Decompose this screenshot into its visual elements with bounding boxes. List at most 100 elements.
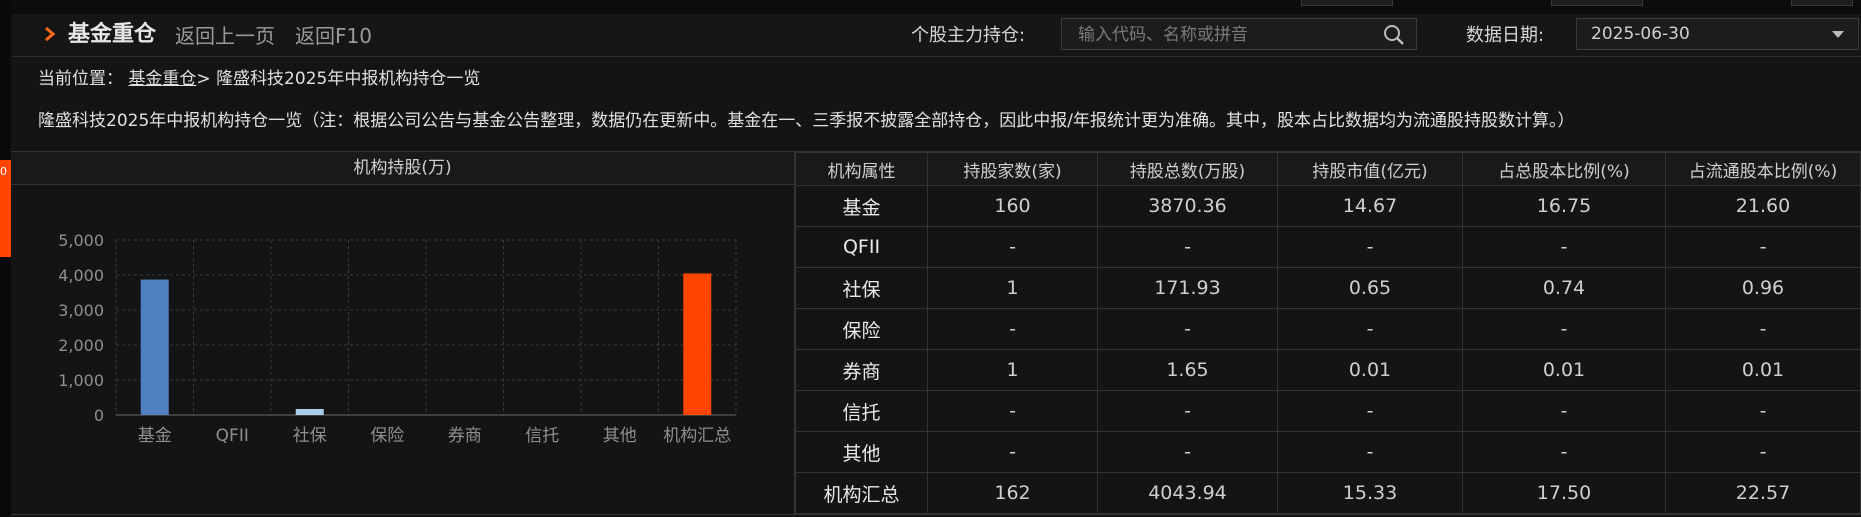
bar [140,279,169,415]
x-tick-label: 信托 [525,426,559,446]
table-cell: - [1665,431,1861,473]
chart-area: 机构持股(万) 0 1,000 2,000 3,000 4,000 5,000 基金 QFII… [11,152,795,514]
x-tick-label: 其他 [603,426,637,446]
column-header: 持股家数(家) [927,152,1098,186]
table-cell: 0.01 [1665,349,1861,391]
table-cell: 0.96 [1665,267,1861,309]
table-cell: 160 [927,185,1098,227]
table-row: 券商 1 1.65 0.01 0.01 0.01 [795,349,1861,391]
row-header-cell: 基金 [795,185,928,227]
top-tab-stub[interactable] [1551,0,1643,6]
holdings-panel: 机构持股(万) 0 1,000 2,000 3,000 4,000 5,000 基金 QFII… [11,151,1861,515]
table-row: 社保 1 171.93 0.65 0.74 0.96 [795,267,1861,309]
bar [295,408,324,415]
table-cell: 0.01 [1277,349,1463,391]
chevron-down-icon [1832,31,1844,38]
date-select-value: 2025-06-30 [1591,24,1690,44]
table-cell: 17.50 [1462,472,1666,514]
bar [683,273,712,415]
table-cell: 1.65 [1097,349,1278,391]
page-title: 基金重仓 [68,22,157,47]
row-header-cell: 机构汇总 [795,472,928,514]
table-row: QFII - - - - - [795,226,1861,268]
table-cell: 1 [927,349,1098,391]
column-header: 持股总数(万股) [1097,152,1278,186]
y-tick-label: 1,000 [58,371,104,390]
column-header: 持股市值(亿元) [1277,152,1463,186]
table-cell: - [927,308,1098,350]
table-row: 其他 - - - - - [795,431,1861,473]
table-cell: 15.33 [1277,472,1463,514]
table-cell: - [927,226,1098,268]
table-cell: - [1277,308,1463,350]
row-header-cell: QFII [795,226,928,268]
column-header: 机构属性 [795,152,928,186]
x-tick-label: 保险 [370,426,404,446]
breadcrumb-link[interactable]: 基金重仓 [128,69,196,89]
page-note: 隆盛科技2025年中报机构持仓一览（注：根据公司公告与基金公告整理，数据仍在更新… [38,111,1575,131]
table-cell: - [1462,226,1666,268]
x-tick-label: 券商 [448,426,482,446]
table-cell: 22.57 [1665,472,1861,514]
date-label: 数据日期: [1466,25,1545,46]
table-cell: 21.60 [1665,185,1861,227]
back-f10-link[interactable]: 返回F10 [295,22,372,50]
top-tab-stub[interactable] [1301,0,1393,6]
table-cell: 171.93 [1097,267,1278,309]
table-cell: 0.01 [1462,349,1666,391]
table-cell: - [1665,390,1861,432]
breadcrumb-current: 隆盛科技2025年中报机构持仓一览 [216,69,481,89]
date-select[interactable]: 2025-06-30 [1576,18,1859,50]
table-row: 信托 - - - - - [795,390,1861,432]
x-tick-label: 社保 [293,426,327,446]
table-row: 保险 - - - - - [795,308,1861,350]
table-cell: - [1097,431,1278,473]
table-cell: 0.65 [1277,267,1463,309]
table-cell: - [1277,431,1463,473]
table-cell: - [1097,226,1278,268]
table-cell: 0.74 [1462,267,1666,309]
y-tick-label: 5,000 [58,231,104,250]
y-tick-label: 0 [94,406,104,425]
table-cell: 14.67 [1277,185,1463,227]
breadcrumb: 当前位置： 基金重仓> 隆盛科技2025年中报机构持仓一览 [38,66,480,92]
top-tab-stub[interactable] [1791,0,1853,6]
breadcrumb-prefix: 当前位置： [38,69,123,89]
left-accent-tab[interactable]: 0 [0,160,11,257]
table-cell: - [1462,431,1666,473]
table-header-row: 机构属性 持股家数(家) 持股总数(万股) 持股市值(亿元) 占总股本比例(%)… [795,152,1861,186]
search-input[interactable] [1076,19,1380,51]
holdings-table: 机构属性 持股家数(家) 持股总数(万股) 持股市值(亿元) 占总股本比例(%)… [795,152,1861,514]
row-header-cell: 券商 [795,349,928,391]
table-cell: 16.75 [1462,185,1666,227]
table-cell: 162 [927,472,1098,514]
left-strip [0,0,11,517]
row-header-cell: 其他 [795,431,928,473]
top-tab-strip [11,0,1861,14]
x-tick-label: QFII [216,426,249,446]
y-tick-label: 2,000 [58,336,104,355]
table-cell: - [1462,390,1666,432]
column-header: 占总股本比例(%) [1462,152,1666,186]
table-cell: - [1665,226,1861,268]
x-tick-label: 基金 [138,426,172,446]
back-link[interactable]: 返回上一页 [175,22,275,50]
chart-title: 机构持股(万) [11,152,794,185]
table-cell: - [927,431,1098,473]
table-cell: - [927,390,1098,432]
table-cell: 4043.94 [1097,472,1278,514]
table-cell: - [1277,390,1463,432]
table-cell: - [1097,390,1278,432]
search-icon[interactable] [1382,23,1406,47]
table-cell: - [1462,308,1666,350]
y-tick-label: 3,000 [58,301,104,320]
table-cell: - [1097,308,1278,350]
table-cell: 3870.36 [1097,185,1278,227]
holdings-bar-chart: 0 1,000 2,000 3,000 4,000 5,000 基金 QFII 社保 保险 券商 信托… [58,231,737,446]
row-header-cell: 社保 [795,267,928,309]
search-box[interactable] [1061,18,1417,51]
chevron-right-icon [45,26,56,42]
table-cell: 1 [927,267,1098,309]
row-header-cell: 信托 [795,390,928,432]
search-label: 个股主力持仓: [911,25,1026,46]
